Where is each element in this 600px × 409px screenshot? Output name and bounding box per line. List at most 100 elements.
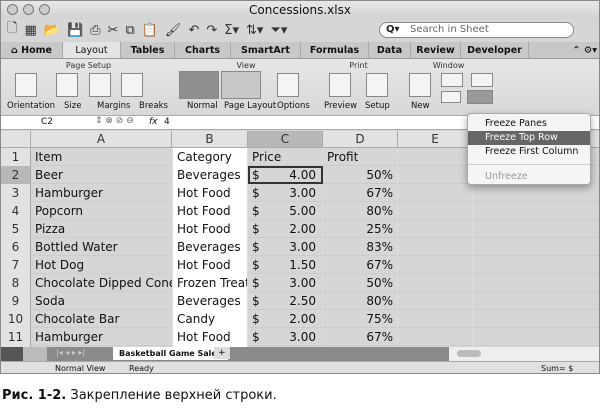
- cell-item[interactable]: Soda: [31, 292, 172, 310]
- arrange-icon[interactable]: [441, 73, 463, 87]
- cell-profit[interactable]: 50%: [323, 166, 398, 184]
- page-layout-icon[interactable]: [221, 71, 261, 99]
- row-header[interactable]: 1: [1, 148, 31, 166]
- split-icon[interactable]: [441, 91, 461, 103]
- tab-smartart[interactable]: SmartArt: [231, 42, 301, 58]
- cell-profit[interactable]: 67%: [323, 328, 398, 346]
- tab-formulas[interactable]: Formulas: [301, 42, 369, 58]
- row-header[interactable]: 9: [1, 292, 31, 310]
- cell-empty[interactable]: [398, 274, 473, 292]
- setup-icon[interactable]: [366, 73, 388, 97]
- menu-item-freeze-top-row[interactable]: Freeze Top Row: [468, 131, 590, 145]
- cell-category[interactable]: Hot Food: [172, 256, 248, 274]
- freeze-panes-icon[interactable]: [467, 90, 493, 104]
- cell-profit[interactable]: 80%: [323, 202, 398, 220]
- row-header[interactable]: 4: [1, 202, 31, 220]
- preview-button[interactable]: Preview: [324, 101, 357, 111]
- sheet-nav-arrows-icon[interactable]: |◂ ◂ ▸ ▸|: [56, 348, 85, 357]
- cell-profit[interactable]: 50%: [323, 274, 398, 292]
- tab-home[interactable]: ⌂ Home: [1, 42, 63, 58]
- select-all[interactable]: [1, 131, 31, 148]
- column-header-b[interactable]: B: [172, 131, 248, 148]
- cell-category[interactable]: Beverages: [172, 166, 248, 184]
- ribbon-options-icon[interactable]: ⌃ ⚙▾: [529, 42, 599, 58]
- fx-icon[interactable]: fx: [149, 117, 158, 127]
- cell-price[interactable]: $4.00: [248, 166, 323, 184]
- orientation-button[interactable]: Orientation: [7, 101, 55, 111]
- paste-icon[interactable]: 📋: [142, 23, 158, 38]
- autosum-icon[interactable]: Σ▾: [224, 23, 239, 38]
- cell-price[interactable]: $3.00: [248, 328, 323, 346]
- name-box[interactable]: C2: [41, 117, 53, 127]
- tab-layout[interactable]: Layout: [63, 42, 121, 58]
- cell-price[interactable]: $3.00: [248, 238, 323, 256]
- cell-category[interactable]: Candy: [172, 310, 248, 328]
- cell-price[interactable]: $3.00: [248, 274, 323, 292]
- sort-icon[interactable]: ⇅▾: [246, 23, 263, 38]
- cell-category[interactable]: Hot Food: [172, 220, 248, 238]
- preview-icon[interactable]: [329, 73, 351, 97]
- cell-item[interactable]: Hot Dog: [31, 256, 172, 274]
- open-icon[interactable]: 📂: [44, 23, 60, 38]
- cell-category[interactable]: Beverages: [172, 238, 248, 256]
- add-sheet-button[interactable]: +: [214, 347, 230, 359]
- formula-controls-icon[interactable]: ⇕ ⊗ ⊘ ⊖: [95, 116, 134, 126]
- new-window-button[interactable]: New: [411, 101, 430, 111]
- tab-data[interactable]: Data: [369, 42, 411, 58]
- redo-icon[interactable]: ↷: [206, 23, 217, 38]
- row-header[interactable]: 6: [1, 238, 31, 256]
- cell-item[interactable]: Chocolate Dipped Cone: [31, 274, 176, 292]
- cell-empty[interactable]: [398, 220, 473, 238]
- cell-empty[interactable]: [398, 256, 473, 274]
- margins-button[interactable]: Margins: [97, 101, 130, 111]
- cell-profit[interactable]: 83%: [323, 238, 398, 256]
- cell-category[interactable]: Hot Food: [172, 202, 248, 220]
- cell-profit[interactable]: 67%: [323, 184, 398, 202]
- options-icon[interactable]: [277, 73, 299, 97]
- filter-icon[interactable]: ⏷▾: [270, 23, 287, 38]
- tab-tables[interactable]: Tables: [121, 42, 175, 58]
- cell-price[interactable]: $2.00: [248, 310, 323, 328]
- menu-item-unfreeze[interactable]: Unfreeze: [468, 170, 590, 184]
- cell-profit[interactable]: 75%: [323, 310, 398, 328]
- margins-icon[interactable]: [89, 73, 111, 97]
- size-button[interactable]: Size: [64, 101, 81, 111]
- horizontal-scrollbar[interactable]: [449, 347, 599, 361]
- new-icon[interactable]: 🗋: [7, 19, 17, 41]
- format-brush-icon[interactable]: 🖌: [165, 23, 182, 38]
- tab-charts[interactable]: Charts: [175, 42, 231, 58]
- row-header[interactable]: 2: [1, 166, 31, 184]
- row-header[interactable]: 11: [1, 328, 31, 346]
- cell-price[interactable]: $5.00: [248, 202, 323, 220]
- page-layout-button[interactable]: Page Layout: [224, 101, 276, 111]
- cell-profit[interactable]: Profit: [323, 148, 398, 166]
- save-workspace-icon[interactable]: [471, 73, 493, 87]
- cell-empty[interactable]: [398, 238, 473, 256]
- size-icon[interactable]: [56, 73, 78, 97]
- menu-item-freeze-first-column[interactable]: Freeze First Column: [468, 145, 590, 159]
- column-header-e[interactable]: E: [398, 131, 473, 148]
- normal-view-icon[interactable]: [179, 71, 219, 99]
- cell-price[interactable]: $2.50: [248, 292, 323, 310]
- cut-icon[interactable]: ✂: [108, 23, 119, 38]
- print-icon[interactable]: ⎙: [90, 23, 100, 38]
- row-header[interactable]: 7: [1, 256, 31, 274]
- cell-item[interactable]: Hamburger: [31, 184, 172, 202]
- cell-price[interactable]: $2.00: [248, 220, 323, 238]
- cell-item[interactable]: Item: [31, 148, 172, 166]
- normal-button[interactable]: Normal: [187, 101, 218, 111]
- orientation-icon[interactable]: [15, 73, 37, 97]
- options-button[interactable]: Options: [277, 101, 310, 111]
- cell-empty[interactable]: [398, 292, 473, 310]
- cell-category[interactable]: Hot Food: [172, 184, 248, 202]
- column-header-c[interactable]: C: [248, 131, 323, 148]
- cell-price[interactable]: $1.50: [248, 256, 323, 274]
- tab-review[interactable]: Review: [411, 42, 461, 58]
- save-icon[interactable]: 💾: [67, 23, 83, 38]
- cell-item[interactable]: Chocolate Bar: [31, 310, 172, 328]
- setup-button[interactable]: Setup: [365, 101, 390, 111]
- undo-icon[interactable]: ↶: [188, 23, 199, 38]
- row-header[interactable]: 3: [1, 184, 31, 202]
- cell-empty[interactable]: [398, 328, 473, 346]
- new-window-icon[interactable]: [409, 73, 431, 97]
